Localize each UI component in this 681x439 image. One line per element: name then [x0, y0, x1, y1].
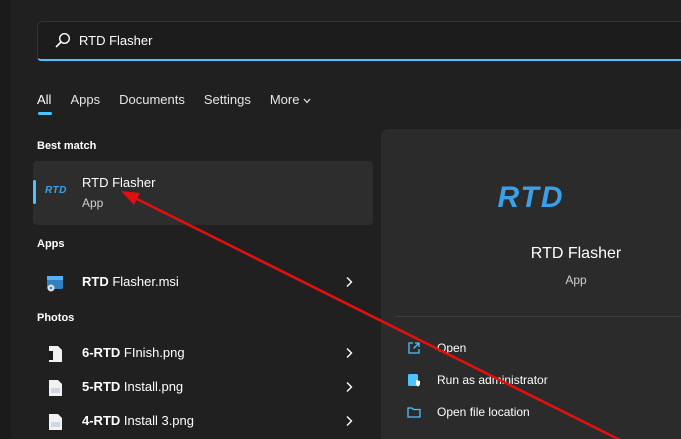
active-tab-indicator: [38, 112, 52, 115]
search-box[interactable]: [37, 21, 681, 61]
rtd-app-icon: RTD: [45, 185, 67, 196]
list-item-label: 5-RTD Install.png: [82, 379, 184, 394]
search-icon: [55, 32, 71, 48]
tab-more[interactable]: More: [270, 92, 312, 107]
list-item-label: RTD Flasher.msi: [82, 274, 179, 289]
section-photos: Photos: [37, 312, 75, 324]
list-item-label: 6-RTD FInish.png: [82, 345, 185, 360]
image-file-icon: [49, 414, 62, 430]
section-best-match: Best match: [37, 140, 97, 152]
best-match-title: RTD Flasher: [82, 175, 156, 190]
action-label: Open file location: [437, 405, 530, 419]
tab-all[interactable]: All: [37, 92, 51, 107]
best-match-result[interactable]: [33, 161, 373, 225]
tab-more-label: More: [269, 91, 300, 107]
chevron-right-icon: [346, 382, 353, 392]
folder-icon: [407, 407, 421, 418]
action-label: Run as administrator: [437, 373, 548, 387]
preview-panel: RTD RTD Flasher App Open Run as administ…: [381, 129, 681, 439]
list-item-app[interactable]: RTD Flasher.msi: [33, 266, 373, 298]
tab-documents[interactable]: Documents: [119, 92, 185, 107]
chevron-right-icon: [346, 348, 353, 358]
best-match-subtitle: App: [82, 196, 104, 210]
rtd-app-logo: RTD: [497, 181, 565, 214]
image-file-icon: [49, 380, 62, 396]
section-apps: Apps: [37, 238, 65, 250]
list-item-photo[interactable]: 6-RTD FInish.png: [33, 337, 373, 369]
selection-indicator: [33, 180, 36, 204]
search-window: All Apps Documents Settings More Best ma…: [0, 0, 681, 439]
chevron-right-icon: [346, 416, 353, 426]
list-item-photo[interactable]: 4-RTD Install 3.png: [33, 405, 373, 437]
list-item-photo[interactable]: 5-RTD Install.png: [33, 371, 373, 403]
preview-title: RTD Flasher: [530, 245, 622, 262]
window-edge: [0, 0, 11, 439]
image-file-icon: [49, 346, 62, 362]
search-input[interactable]: [79, 30, 639, 50]
tab-apps[interactable]: Apps: [70, 92, 100, 107]
preview-subtitle: App: [565, 273, 587, 287]
installer-icon: [47, 276, 63, 292]
chevron-down-icon: [303, 98, 311, 103]
open-icon: [408, 342, 420, 354]
shield-admin-icon: [408, 374, 420, 387]
action-label: Open: [437, 341, 467, 355]
tab-settings[interactable]: Settings: [204, 92, 251, 107]
divider: [395, 316, 681, 317]
list-item-label: 4-RTD Install 3.png: [82, 413, 194, 428]
filter-tabs: All Apps Documents Settings More: [37, 90, 330, 108]
chevron-right-icon: [346, 277, 353, 287]
